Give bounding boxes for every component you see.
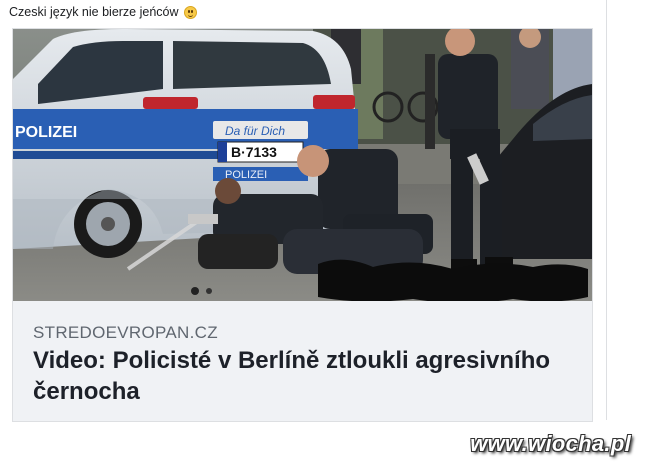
link-preview-card[interactable]: POLIZEI Da für Dich B·7133 POLIZEI STRED… xyxy=(12,28,593,422)
watermark: www.wiocha.pl xyxy=(470,431,631,456)
link-headline[interactable]: Video: Policisté v Berlíně ztloukli agre… xyxy=(33,345,578,407)
side-text: POLIZEI xyxy=(15,124,77,141)
link-preview-text[interactable]: STREDOEVROPAN.CZ Video: Policisté v Berl… xyxy=(13,301,592,421)
smiling-face-icon xyxy=(184,6,197,19)
post-text: Czeski język nie bierze jeńców xyxy=(9,4,197,20)
news-photo[interactable]: POLIZEI Da für Dich B·7133 POLIZEI xyxy=(13,29,592,301)
dealer-text: Da für Dich xyxy=(225,124,285,138)
license-plate: B·7133 xyxy=(231,144,277,160)
link-domain: STREDOEVROPAN.CZ xyxy=(33,323,218,342)
facebook-post: Czeski język nie bierze jeńców POLIZEI D… xyxy=(0,0,607,422)
post-caption: Czeski język nie bierze jeńców xyxy=(9,5,179,19)
